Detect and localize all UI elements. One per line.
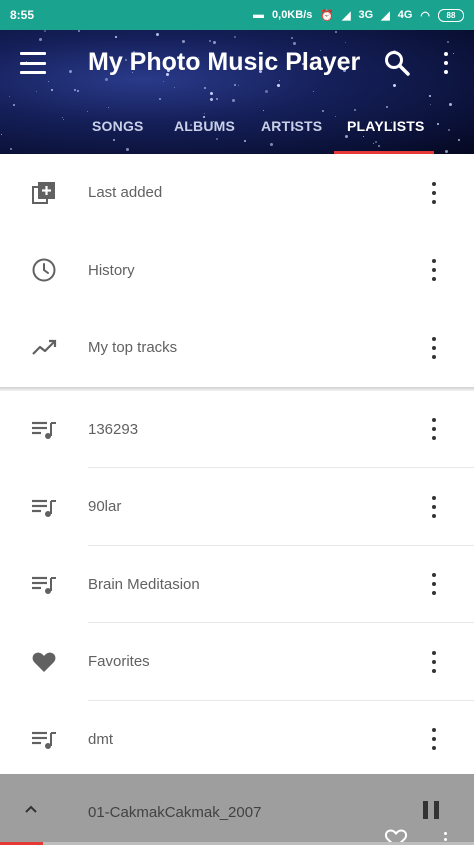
- more-vert-icon[interactable]: [428, 650, 440, 673]
- star-dot: [216, 98, 218, 100]
- menu-icon[interactable]: [20, 52, 46, 74]
- app-header: My Photo Music Player SONGS ALBUMS ARTIS…: [0, 30, 474, 154]
- list-item-label: Brain Meditasion: [88, 575, 200, 593]
- list-item-label: dmt: [88, 730, 114, 748]
- alarm-icon: ⏰: [320, 9, 335, 22]
- trending-up-icon: [32, 339, 57, 355]
- toolbar: My Photo Music Player: [0, 30, 474, 98]
- now-playing-bar[interactable]: 01-CakmakCakmak_2007: [0, 774, 474, 845]
- tab-albums[interactable]: ALBUMS: [174, 118, 235, 134]
- playlist-list: Last added History My top tracks 136293: [0, 154, 474, 778]
- playlist-icon: [32, 732, 56, 750]
- list-item[interactable]: Last added: [0, 154, 474, 232]
- star-dot: [449, 103, 452, 106]
- network-type-2: 4G: [397, 9, 413, 21]
- signal-icon: ◢: [342, 9, 351, 22]
- list-item-label: 90lar: [88, 498, 122, 516]
- star-dot: [430, 104, 431, 105]
- more-vert-icon[interactable]: [428, 573, 440, 596]
- list-item-label: 136293: [88, 420, 139, 438]
- more-vert-icon[interactable]: [428, 181, 440, 204]
- more-vert-icon[interactable]: [428, 336, 440, 359]
- network-speed: 0,0KB/s: [272, 9, 313, 21]
- playlist-icon: [32, 422, 56, 440]
- list-item-label: History: [88, 261, 135, 279]
- list-item[interactable]: 90lar: [0, 468, 474, 546]
- star-dot: [386, 106, 388, 108]
- list-item-label: Favorites: [88, 653, 150, 671]
- status-time: 8:55: [10, 8, 35, 22]
- more-vert-icon[interactable]: [428, 728, 440, 751]
- list-item[interactable]: Brain Meditasion: [0, 546, 474, 623]
- playlist-add-icon: [32, 181, 55, 204]
- list-item-label: My top tracks: [88, 339, 178, 357]
- now-playing-track: 01-CakmakCakmak_2007: [88, 804, 262, 821]
- status-bar: 8:55 ▬ 0,0KB/s ⏰ ◢ 3G ◢ 4G ◠ 88: [0, 0, 474, 30]
- wifi-icon: ◠: [420, 9, 430, 22]
- star-dot: [210, 98, 213, 101]
- star-dot: [159, 98, 161, 100]
- playlist-icon: [32, 499, 56, 517]
- list-item[interactable]: Favorites: [0, 623, 474, 701]
- star-dot: [232, 99, 235, 102]
- playlist-icon: [32, 577, 56, 595]
- list-item-label: Last added: [88, 184, 163, 202]
- network-type-1: 3G: [358, 9, 374, 21]
- history-icon: [32, 258, 56, 282]
- list-item[interactable]: My top tracks: [0, 309, 474, 387]
- tab-artists[interactable]: ARTISTS: [261, 118, 322, 134]
- app-title: My Photo Music Player: [88, 48, 361, 76]
- more-vert-icon[interactable]: [428, 418, 440, 441]
- battery-icon: 88: [438, 8, 464, 22]
- star-dot: [108, 107, 109, 108]
- tab-songs[interactable]: SONGS: [92, 118, 144, 134]
- signal-icon-2: ◢: [381, 9, 390, 22]
- more-vert-icon[interactable]: [428, 259, 440, 282]
- list-item[interactable]: 136293: [0, 391, 474, 468]
- tab-bar: SONGS ALBUMS ARTISTS PLAYLISTS: [0, 110, 474, 154]
- chevron-up-icon[interactable]: [24, 802, 38, 816]
- overflow-menu-icon[interactable]: [438, 50, 454, 76]
- battery-level: 88: [446, 10, 456, 20]
- heart-icon: [32, 652, 56, 672]
- more-vert-icon[interactable]: [428, 495, 440, 518]
- star-dot: [13, 104, 15, 106]
- search-icon[interactable]: [384, 50, 410, 76]
- status-icons: ▬ 0,0KB/s ⏰ ◢ 3G ◢ 4G ◠ 88: [253, 8, 464, 22]
- notification-icon: ▬: [253, 9, 265, 21]
- pause-icon[interactable]: [423, 801, 439, 819]
- list-item[interactable]: History: [0, 232, 474, 310]
- tab-playlists[interactable]: PLAYLISTS: [347, 118, 425, 134]
- list-item[interactable]: dmt: [0, 701, 474, 779]
